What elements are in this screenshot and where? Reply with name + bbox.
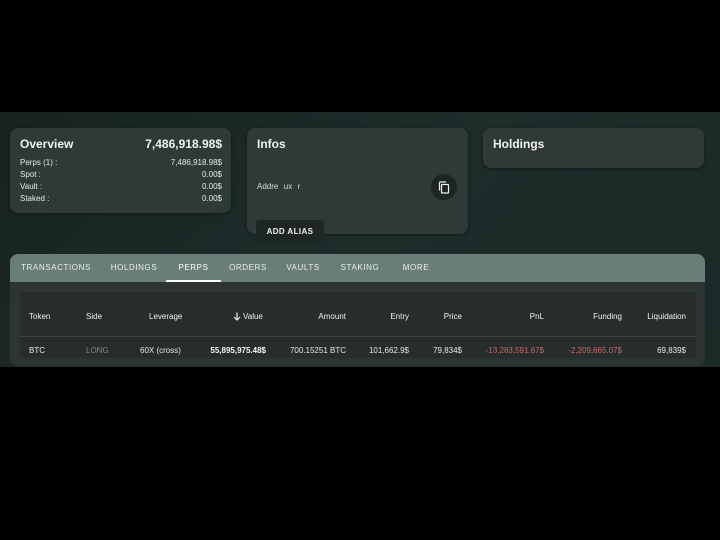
column-header-funding[interactable]: Funding bbox=[593, 312, 622, 321]
infos-card: Infos Addre ux r ADD ALIAS bbox=[247, 128, 468, 242]
column-header-value-label: Value bbox=[243, 312, 263, 321]
tab-perps[interactable]: PERPS bbox=[166, 254, 221, 282]
holdings-title: Holdings bbox=[493, 137, 545, 151]
overview-row-value: 7,486,918.98$ bbox=[170, 158, 222, 167]
cell-token: BTC bbox=[29, 346, 45, 355]
copy-address-button[interactable] bbox=[431, 174, 457, 200]
overview-row-label: Vault : bbox=[20, 182, 43, 191]
add-alias-button[interactable]: ADD ALIAS bbox=[256, 220, 324, 242]
cell-liquidation: 69,839$ bbox=[657, 346, 686, 355]
arrow-down-icon bbox=[233, 312, 241, 321]
column-header-entry[interactable]: Entry bbox=[390, 312, 409, 321]
table-divider bbox=[20, 336, 696, 337]
tab-vaults[interactable]: VAULTS bbox=[280, 254, 326, 282]
holdings-card: Holdings bbox=[483, 128, 704, 168]
overview-row-value: 0.00$ bbox=[201, 170, 222, 179]
tab-bar: TRANSACTIONS HOLDINGS PERPS ORDERS VAULT… bbox=[10, 254, 705, 282]
overview-row-perps: Perps (1) : 7,486,918.98$ bbox=[20, 158, 222, 169]
cell-value: 55,895,975.48$ bbox=[210, 346, 266, 355]
tab-staking[interactable]: STAKING bbox=[334, 254, 386, 282]
cell-funding: -2,209,665.07$ bbox=[568, 346, 622, 355]
overview-row-value: 0.00$ bbox=[201, 182, 222, 191]
overview-row-label: Spot : bbox=[20, 170, 41, 179]
column-header-side[interactable]: Side bbox=[86, 312, 102, 321]
overview-row-staked: Staked : 0.00$ bbox=[20, 194, 222, 205]
column-header-amount[interactable]: Amount bbox=[318, 312, 346, 321]
tab-transactions[interactable]: TRANSACTIONS bbox=[14, 254, 98, 282]
cell-price: 79,834$ bbox=[433, 346, 462, 355]
column-header-value[interactable]: Value bbox=[233, 312, 263, 321]
cell-pnl: -13,283,591.67$ bbox=[485, 346, 544, 355]
cell-leverage: 60X (cross) bbox=[140, 346, 181, 355]
column-header-leverage[interactable]: Leverage bbox=[149, 312, 182, 321]
cell-entry: 101,662.9$ bbox=[368, 346, 409, 355]
overview-card: Overview 7,486,918.98$ Perps (1) : 7,486… bbox=[10, 128, 231, 213]
cell-side: LONG bbox=[86, 346, 109, 355]
cell-amount: 700.15251 BTC bbox=[289, 346, 346, 355]
overview-row-spot: Spot : 0.00$ bbox=[20, 170, 222, 181]
column-header-price[interactable]: Price bbox=[444, 312, 462, 321]
tabs-panel: TRANSACTIONS HOLDINGS PERPS ORDERS VAULT… bbox=[10, 254, 705, 366]
address-text: Addre ux r bbox=[257, 182, 301, 191]
active-tab-indicator bbox=[166, 280, 221, 282]
copy-icon bbox=[438, 180, 450, 194]
column-header-token[interactable]: Token bbox=[29, 312, 50, 321]
perps-table: Token Side Leverage Value Amount Entry P… bbox=[20, 292, 696, 358]
overview-total: 7,486,918.98$ bbox=[145, 137, 222, 151]
infos-title: Infos bbox=[257, 137, 286, 151]
overview-row-value: 0.00$ bbox=[201, 194, 222, 203]
app-container: Overview 7,486,918.98$ Perps (1) : 7,486… bbox=[0, 112, 720, 367]
overview-row-label: Perps (1) : bbox=[20, 158, 58, 167]
column-header-liquidation[interactable]: Liquidation bbox=[647, 312, 686, 321]
overview-title: Overview bbox=[20, 137, 74, 151]
tab-holdings[interactable]: HOLDINGS bbox=[104, 254, 164, 282]
overview-row-vault: Vault : 0.00$ bbox=[20, 182, 222, 193]
tab-orders[interactable]: ORDERS bbox=[224, 254, 272, 282]
column-header-pnl[interactable]: PnL bbox=[530, 312, 544, 321]
tab-more[interactable]: MORE bbox=[396, 254, 436, 282]
overview-row-label: Staked : bbox=[20, 194, 50, 203]
